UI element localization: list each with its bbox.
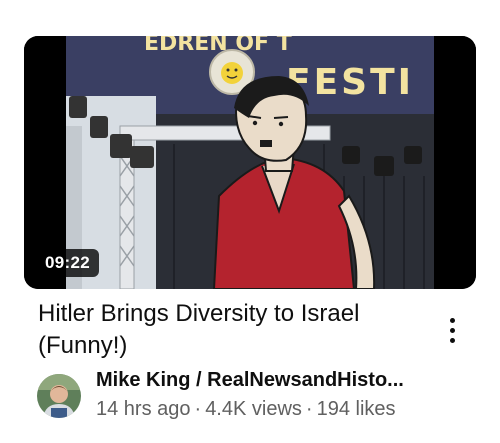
channel-name[interactable]: Mike King / RealNewsandHisto...: [96, 369, 404, 392]
more-dot: [449, 337, 455, 343]
banner-top-text: EDREN OF T: [144, 36, 292, 56]
upload-age: 14 hrs ago: [96, 398, 191, 420]
channel-avatar[interactable]: [37, 374, 81, 418]
video-thumbnail[interactable]: EDREN OF T FESTI 09:22: [24, 36, 476, 289]
video-title[interactable]: Hitler Brings Diversity to Israel (Funny…: [38, 298, 438, 362]
video-metadata: 14 hrs ago · 4.4K views · 194 likes: [96, 398, 396, 421]
more-vertical-icon[interactable]: [442, 312, 462, 348]
separator: ·: [194, 398, 202, 420]
duration-badge: 09:22: [36, 249, 99, 277]
more-dot: [449, 327, 455, 333]
like-count: 194 likes: [316, 398, 396, 420]
separator: ·: [305, 398, 313, 420]
avatar-image: [37, 374, 81, 418]
more-dot: [449, 317, 455, 323]
view-count: 4.4K views: [205, 398, 302, 420]
